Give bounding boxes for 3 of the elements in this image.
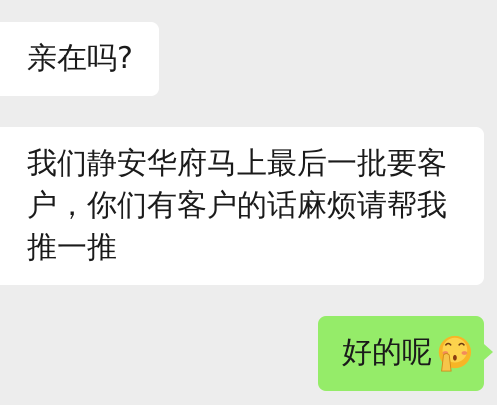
message-text: 我们静安华府马上最后一批要客户，你们有客户的话麻烦请帮我推一推 (27, 145, 448, 267)
message-text: 亲在吗? (27, 40, 133, 78)
message-text: 好的呢 (342, 334, 432, 372)
